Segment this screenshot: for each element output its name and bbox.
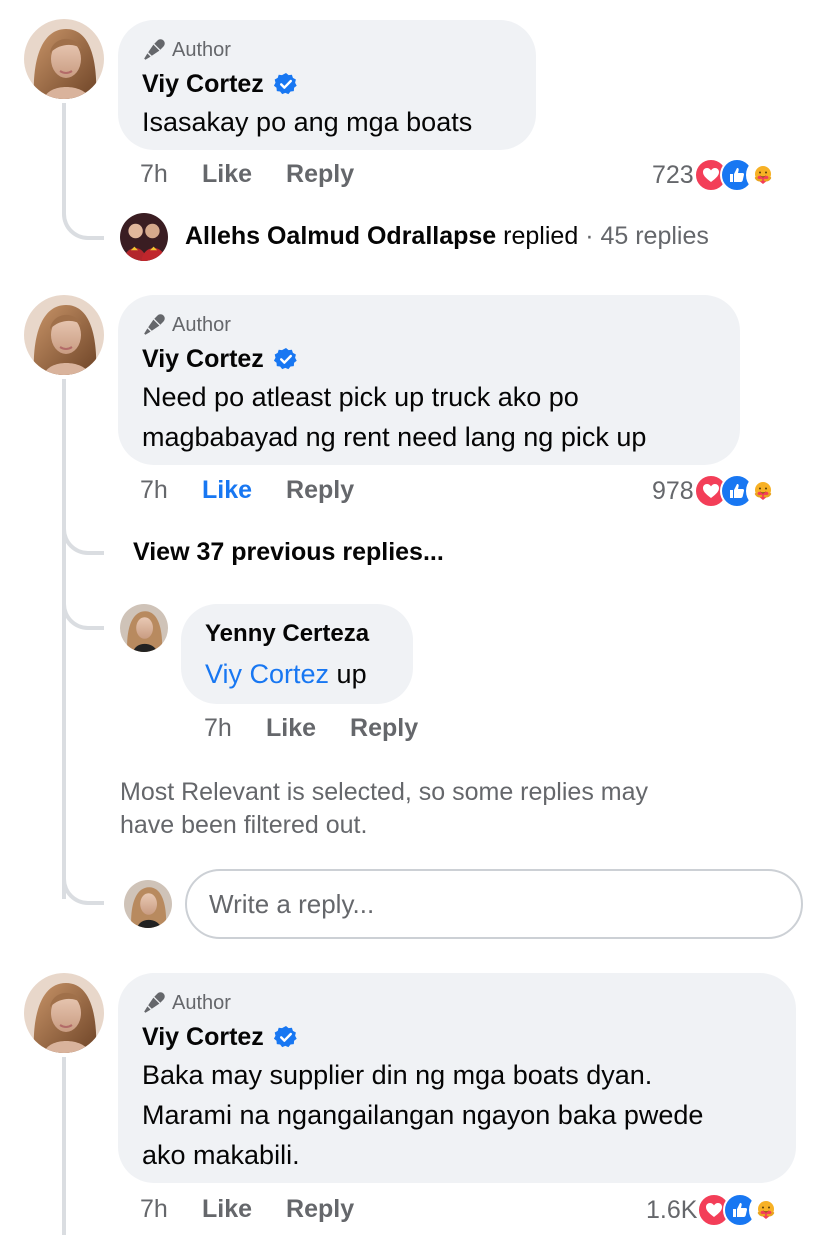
like-button[interactable]: Like bbox=[202, 160, 252, 189]
care-reaction-icon bbox=[749, 1193, 784, 1227]
commenter-name[interactable]: Viy Cortez bbox=[142, 1023, 264, 1052]
microphone-icon bbox=[142, 38, 166, 62]
filter-notice-line: have been filtered out. bbox=[120, 811, 368, 839]
comment-bubble: Author Viy Cortez Need po atleast pick u… bbox=[118, 295, 740, 465]
profile-photo bbox=[24, 973, 104, 1053]
verified-badge-icon bbox=[274, 72, 298, 96]
replier-name[interactable]: Yenny Certeza bbox=[205, 620, 389, 650]
filter-notice: Most Relevant is selected, so some repli… bbox=[120, 776, 648, 842]
microphone-icon bbox=[142, 991, 166, 1015]
like-button[interactable]: Like bbox=[266, 714, 316, 743]
commenter-name[interactable]: Viy Cortez bbox=[142, 345, 264, 374]
profile-photo bbox=[124, 880, 172, 928]
author-label: Author bbox=[172, 313, 231, 336]
comment-text-line: ako makabili. bbox=[142, 1140, 300, 1170]
thread-connector bbox=[62, 515, 104, 555]
comment-text-line: Isasakay po ang mga boats bbox=[142, 107, 473, 137]
mention-link[interactable]: Viy Cortez bbox=[205, 659, 329, 689]
view-previous-replies-link[interactable]: View 37 previous replies... bbox=[133, 538, 444, 567]
comment-actions: 7h Like Reply bbox=[140, 1193, 388, 1225]
thread-line bbox=[62, 379, 66, 899]
commenter-avatar[interactable] bbox=[24, 19, 104, 99]
reply-button[interactable]: Reply bbox=[350, 714, 418, 743]
replies-summary-link[interactable]: Allehs Oalmud Odrallapse replied · 45 re… bbox=[185, 222, 709, 251]
timestamp[interactable]: 7h bbox=[140, 476, 202, 505]
comment-text: Need po atleast pick up truck ako po mag… bbox=[142, 377, 716, 457]
verified-badge-icon bbox=[274, 1025, 298, 1049]
replies-count: 45 replies bbox=[600, 222, 709, 250]
verified-badge-icon bbox=[274, 347, 298, 371]
comment-text-line: Marami na ngangailangan ngayon baka pwed… bbox=[142, 1100, 704, 1130]
profile-photo bbox=[120, 604, 168, 652]
reply-button[interactable]: Reply bbox=[286, 160, 354, 189]
replier-name: Allehs Oalmud Odrallapse bbox=[185, 222, 497, 250]
comment-actions: 7h Like Reply bbox=[140, 474, 388, 506]
reply-actions: 7h Like Reply bbox=[204, 712, 452, 744]
separator-dot: · bbox=[585, 222, 594, 250]
author-badge: Author bbox=[142, 313, 716, 337]
reply-input-placeholder: Write a reply... bbox=[209, 888, 375, 919]
replier-avatar[interactable] bbox=[120, 213, 168, 261]
commenter-name[interactable]: Viy Cortez bbox=[142, 70, 264, 99]
comment-bubble: Author Viy Cortez Isasakay po ang mga bo… bbox=[118, 20, 536, 150]
timestamp[interactable]: 7h bbox=[204, 714, 266, 743]
thread-connector bbox=[62, 865, 104, 905]
reaction-count: 1.6K bbox=[646, 1195, 698, 1224]
reply-button[interactable]: Reply bbox=[286, 476, 354, 505]
author-label: Author bbox=[172, 991, 231, 1014]
timestamp[interactable]: 7h bbox=[140, 1195, 202, 1224]
comment-bubble: Author Viy Cortez Baka may supplier din … bbox=[118, 973, 796, 1183]
reaction-count: 978 bbox=[652, 476, 694, 505]
care-reaction-icon bbox=[745, 158, 780, 192]
timestamp[interactable]: 7h bbox=[140, 160, 202, 189]
like-button[interactable]: Like bbox=[202, 1195, 252, 1224]
reaction-summary[interactable]: 723 bbox=[652, 155, 780, 195]
thread-line bbox=[62, 1057, 66, 1235]
reaction-summary[interactable]: 1.6K bbox=[646, 1190, 784, 1230]
thread-line bbox=[62, 103, 66, 213]
microphone-icon bbox=[142, 313, 166, 337]
profile-photo bbox=[24, 295, 104, 375]
filter-notice-line: Most Relevant is selected, so some repli… bbox=[120, 778, 648, 806]
profile-photo bbox=[24, 19, 104, 99]
comment-text: Baka may supplier din ng mga boats dyan.… bbox=[142, 1055, 772, 1175]
profile-photo bbox=[120, 213, 168, 261]
commenter-avatar[interactable] bbox=[24, 973, 104, 1053]
replier-avatar[interactable] bbox=[120, 604, 168, 652]
author-badge: Author bbox=[142, 38, 512, 62]
care-reaction-icon bbox=[745, 474, 780, 508]
thread-connector bbox=[62, 200, 104, 240]
like-button[interactable]: Like bbox=[202, 476, 252, 505]
reply-button[interactable]: Reply bbox=[286, 1195, 354, 1224]
comment-text-line: magbabayad ng rent need lang ng pick up bbox=[142, 422, 647, 452]
current-user-avatar bbox=[124, 880, 172, 928]
reply-bubble: Yenny Certeza Viy Cortez up bbox=[181, 604, 413, 704]
reaction-summary[interactable]: 978 bbox=[652, 471, 780, 511]
replied-label: replied bbox=[503, 222, 579, 250]
comment-text: Isasakay po ang mga boats bbox=[142, 102, 512, 142]
reply-text-body: up bbox=[329, 659, 367, 689]
commenter-avatar[interactable] bbox=[24, 295, 104, 375]
reply-text: Viy Cortez up bbox=[205, 654, 389, 694]
reply-input[interactable]: Write a reply... bbox=[185, 869, 803, 939]
comment-text-line: Need po atleast pick up truck ako po bbox=[142, 382, 579, 412]
reaction-count: 723 bbox=[652, 160, 694, 189]
comment-text-line: Baka may supplier din ng mga boats dyan. bbox=[142, 1060, 653, 1090]
comment-actions: 7h Like Reply bbox=[140, 158, 388, 190]
author-label: Author bbox=[172, 38, 231, 61]
author-badge: Author bbox=[142, 991, 772, 1015]
thread-connector bbox=[62, 590, 104, 630]
